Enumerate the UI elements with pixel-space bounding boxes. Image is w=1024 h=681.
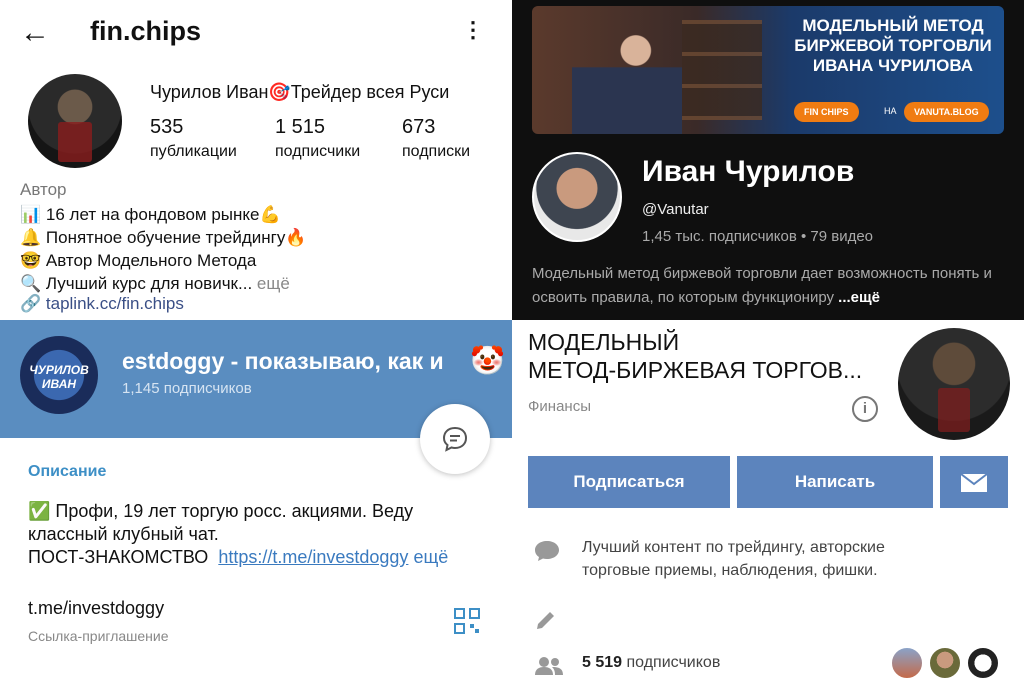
channel-description[interactable]: Модельный метод биржевой торговли дает в… (532, 262, 1002, 310)
friend-avatar[interactable] (966, 646, 1000, 680)
about-more[interactable]: ещё (413, 547, 448, 567)
bio-more-link[interactable]: ещё (257, 274, 290, 293)
bio-line-text: 🔍 Лучший курс для новичк... (20, 274, 253, 293)
banner-bookshelf (682, 20, 762, 120)
subscribers-count[interactable]: 5 519 подписчиков (582, 654, 720, 672)
channel-banner: МОДЕЛЬНЫЙ МЕТОД БИРЖЕВОЙ ТОРГОВЛИ ИВАНА … (532, 6, 1004, 134)
invite-link[interactable]: t.me/investdoggy (28, 598, 164, 619)
avatar[interactable] (28, 74, 122, 168)
stat-posts[interactable]: 535 публикации (150, 116, 237, 161)
invite-label: Ссылка-приглашение (28, 628, 169, 644)
profile-link[interactable]: 🔗 taplink.cc/fin.chips (20, 294, 184, 314)
stat-following-count: 673 (402, 116, 436, 138)
subscribe-button[interactable]: Подписаться (528, 456, 730, 508)
profile-bio: 📊 16 лет на фондовом рынке💪 🔔 Понятное о… (20, 203, 307, 295)
comment-icon (535, 541, 559, 561)
arrow-left-icon[interactable]: ← (20, 18, 50, 48)
qr-code-icon[interactable] (454, 608, 480, 634)
message-button[interactable]: Написать (737, 456, 933, 508)
profile-full-name: Чурилов Иван🎯Трейдер всея Руси (150, 82, 450, 102)
avatar[interactable]: ЧУРИЛОВ ИВАН (20, 336, 98, 414)
channel-handle: @Vanutar (642, 201, 709, 218)
stat-followers[interactable]: 1 515 подписчики (275, 116, 360, 161)
about-prefix: ПОСТ-ЗНАКОМСТВО (28, 547, 209, 567)
stat-followers-label: подписчики (275, 143, 361, 160)
about-url[interactable]: https://t.me/investdoggy (218, 547, 408, 567)
stat-following[interactable]: 673 подписки (402, 116, 470, 161)
stat-following-label: подписки (402, 143, 471, 160)
description-text: Модельный метод биржевой торговли дает в… (532, 265, 992, 306)
bio-line-last: 🔍 Лучший курс для новичк... ещё (20, 272, 307, 295)
stat-posts-count: 535 (150, 116, 184, 138)
subs-number: 5 519 (582, 654, 623, 671)
pencil-icon[interactable] (534, 608, 558, 632)
youtube-channel: МОДЕЛЬНЫЙ МЕТОД БИРЖЕВОЙ ТОРГОВЛИ ИВАНА … (512, 0, 1024, 320)
about-line-link: ПОСТ-ЗНАКОМСТВО https://t.me/investdoggy… (28, 546, 488, 569)
bio-line: 🤓 Автор Модельного Метода (20, 251, 257, 270)
friend-avatar[interactable] (928, 646, 962, 680)
channel-title: estdoggy - показываю, как и (122, 348, 444, 374)
stat-posts-label: публикации (150, 143, 237, 160)
about-line: ✅ Профи, 19 лет торгую росс. акциями. Ве… (28, 501, 414, 521)
profile-category: Автор (20, 180, 67, 199)
community-category: Финансы (528, 398, 591, 415)
banner-na: НА (884, 106, 897, 116)
avatar[interactable] (898, 328, 1010, 440)
section-label: Описание (28, 463, 107, 480)
channel-meta: 1,45 тыс. подписчиков • 79 видео (642, 228, 874, 245)
banner-photo (572, 18, 682, 134)
about-text: Лучший контент по трейдингу, авторские т… (582, 539, 885, 579)
title-line: МОДЕЛЬНЫЙ (528, 329, 680, 355)
more-vertical-icon[interactable]: ⋮ (462, 16, 484, 44)
people-icon (535, 657, 563, 675)
bio-line: 📊 16 лет на фондовом рынке💪 (20, 205, 281, 224)
bio-line: 🔔 Понятное обучение трейдингу🔥 (20, 228, 307, 247)
subs-label: подписчиков (626, 654, 721, 671)
banner-pill-vanuta: VANUTA.BLOG (904, 102, 989, 122)
friend-avatar[interactable] (890, 646, 924, 680)
title-emoji: 🤡 (470, 345, 505, 376)
vk-community: МОДЕЛЬНЫЙ МЕТОД-БИРЖЕВАЯ ТОРГОВ... Финан… (512, 320, 1024, 681)
description-more[interactable]: ...ещё (838, 289, 880, 306)
chat-bubble-icon[interactable] (420, 404, 490, 474)
stat-followers-count: 1 515 (275, 116, 326, 138)
channel-description: ✅ Профи, 19 лет торгую росс. акциями. Ве… (28, 500, 488, 569)
banner-title: МОДЕЛЬНЫЙ МЕТОД БИРЖЕВОЙ ТОРГОВЛИ ИВАНА … (794, 16, 992, 75)
banner-pill-finchips: FIN CHIPS (794, 102, 859, 122)
avatar[interactable] (532, 152, 622, 242)
channel-subscribers: 1,145 подписчиков (122, 380, 252, 397)
info-icon[interactable]: i (852, 396, 878, 422)
envelope-icon[interactable] (940, 456, 1008, 508)
community-title: МОДЕЛЬНЫЙ МЕТОД-БИРЖЕВАЯ ТОРГОВ... (528, 328, 888, 384)
profile-username: fin.chips (90, 16, 202, 46)
instagram-profile: ← fin.chips ⋮ Чурилов Иван🎯Трейдер всея … (0, 0, 512, 320)
title-line: МЕТОД-БИРЖЕВАЯ ТОРГОВ... (528, 357, 863, 383)
channel-name: Иван Чурилов (642, 155, 855, 188)
about-line: классный клубный чат. (28, 524, 219, 544)
telegram-channel: ЧУРИЛОВ ИВАН estdoggy - показываю, как и… (0, 320, 512, 681)
